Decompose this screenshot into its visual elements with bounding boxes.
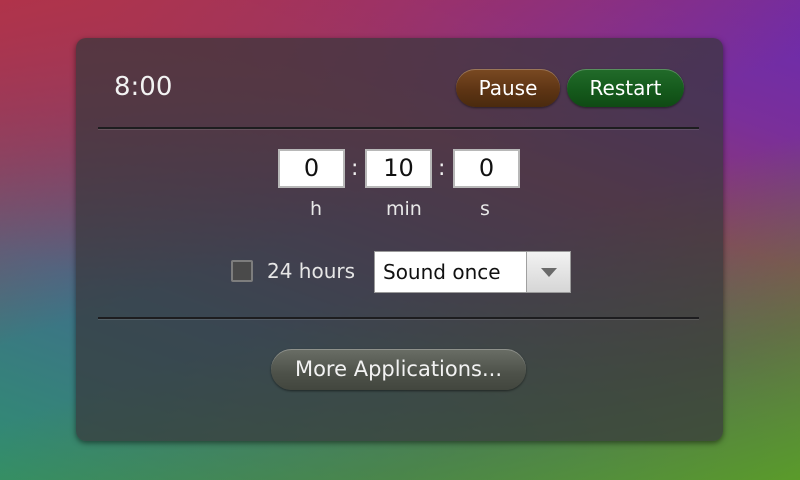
top-divider <box>98 127 699 129</box>
hours-input[interactable]: 0 <box>278 149 345 188</box>
24-hours-label: 24 hours <box>267 259 356 283</box>
minutes-input[interactable]: 10 <box>365 149 432 188</box>
bottom-divider <box>98 317 699 319</box>
sound-select-value: Sound once <box>383 260 501 284</box>
hours-unit-label: h <box>310 198 323 220</box>
chevron-down-icon[interactable] <box>526 252 570 292</box>
time-separator: : <box>438 156 446 181</box>
24-hours-checkbox[interactable] <box>231 260 253 282</box>
more-applications-button[interactable]: More Applications... <box>271 349 526 390</box>
pause-button[interactable]: Pause <box>456 69 560 107</box>
timer-display: 8:00 <box>114 72 173 102</box>
seconds-input[interactable]: 0 <box>453 149 520 188</box>
time-separator: : <box>351 156 359 181</box>
seconds-unit-label: s <box>480 198 490 220</box>
minutes-unit-label: min <box>386 198 422 220</box>
restart-button[interactable]: Restart <box>567 69 684 107</box>
sound-select[interactable]: Sound once <box>374 251 571 293</box>
